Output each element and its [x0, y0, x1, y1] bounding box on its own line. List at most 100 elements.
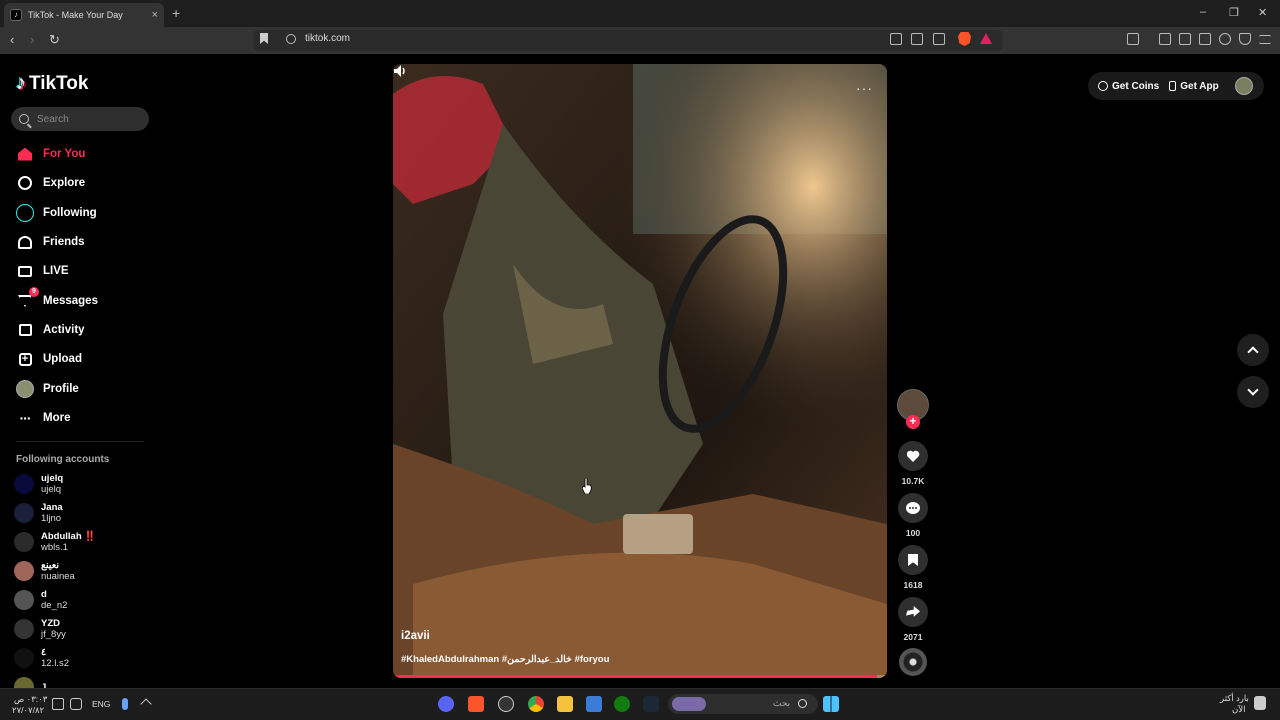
- notification-icon[interactable]: [1254, 696, 1266, 710]
- close-window-button[interactable]: ✕: [1258, 6, 1267, 19]
- clock-date[interactable]: ٢٧/٠٧/٨٢: [12, 705, 44, 716]
- site-info-icon[interactable]: [286, 34, 296, 44]
- coin-icon: [1098, 81, 1108, 91]
- video-caption[interactable]: #KhaledAbdulrahman #خالد_عبدالرحمن #fory…: [401, 654, 609, 665]
- nav-friends[interactable]: Friends: [16, 232, 85, 252]
- following-account-item[interactable]: نعينع nuainea: [14, 558, 75, 584]
- file-explorer-icon[interactable]: [557, 696, 573, 712]
- video-progress-bar[interactable]: [393, 675, 887, 678]
- microphone-icon[interactable]: [122, 698, 128, 710]
- upload-icon: +: [16, 350, 34, 368]
- cast-icon[interactable]: [911, 33, 923, 45]
- nav-profile[interactable]: Profile: [16, 379, 79, 399]
- screenshot-icon[interactable]: [1127, 33, 1139, 45]
- video-player[interactable]: ··· i2avii #KhaledAbdulrahman #خالد_عبدا…: [393, 64, 887, 678]
- store-app-icon[interactable]: [586, 696, 602, 712]
- brave-app-icon[interactable]: [468, 696, 484, 712]
- bookmark-icon: [908, 554, 918, 566]
- account-avatar: [14, 648, 34, 668]
- following-account-item[interactable]: d de_n2: [14, 587, 67, 613]
- nav-label: Friends: [43, 236, 85, 248]
- more-options-icon[interactable]: ···: [856, 80, 873, 96]
- taskbar-search-placeholder: بحث: [773, 698, 791, 708]
- account-handle: nuainea: [41, 571, 75, 582]
- friends-icon: [16, 233, 34, 251]
- leo-ai-icon[interactable]: [1219, 33, 1231, 45]
- nav-following[interactable]: Following: [16, 203, 97, 223]
- nav-messages[interactable]: 9 Messages: [16, 287, 98, 311]
- discord-app-icon[interactable]: [438, 696, 454, 712]
- phone-icon: [1169, 81, 1177, 91]
- tiktok-note-icon: ♪: [16, 72, 26, 94]
- language-indicator[interactable]: ENG: [92, 699, 110, 709]
- get-app-button[interactable]: Get App: [1180, 81, 1219, 92]
- minimize-button[interactable]: –: [1200, 6, 1206, 18]
- account-handle: wbls.1: [41, 542, 68, 553]
- share-page-icon[interactable]: [933, 33, 945, 45]
- forward-button[interactable]: ›: [30, 32, 34, 47]
- close-tab-icon[interactable]: ×: [152, 9, 158, 21]
- search-placeholder: Search: [37, 113, 69, 125]
- nav-live[interactable]: LIVE: [16, 261, 69, 281]
- get-coins-button[interactable]: Get Coins: [1112, 81, 1159, 92]
- follow-button[interactable]: +: [906, 415, 920, 429]
- account-avatar: [14, 474, 34, 494]
- nav-for-you[interactable]: For You: [16, 144, 85, 164]
- steam-alt-app-icon[interactable]: [498, 696, 514, 712]
- following-account-item[interactable]: Abdullah ‼️ wbls.1: [14, 529, 96, 555]
- user-avatar[interactable]: [1234, 77, 1253, 95]
- comment-button[interactable]: [898, 493, 928, 523]
- following-account-item[interactable]: Jana 1ljno: [14, 500, 63, 526]
- weather-line2[interactable]: الآن: [1232, 704, 1245, 715]
- top-actions: Get Coins Get App: [1088, 72, 1264, 100]
- chevron-up-icon: [1247, 346, 1259, 358]
- menu-icon[interactable]: [1259, 35, 1271, 44]
- volume-icon[interactable]: [393, 64, 409, 78]
- windows-start-icon[interactable]: [823, 696, 839, 712]
- following-account-item[interactable]: YZD jf_8yy: [14, 616, 66, 642]
- nav-more[interactable]: ··· More: [16, 408, 71, 428]
- nav-activity[interactable]: Activity: [16, 320, 85, 340]
- save-button[interactable]: [898, 545, 928, 575]
- xbox-app-icon[interactable]: [614, 696, 630, 712]
- url-text[interactable]: tiktok.com: [305, 33, 350, 44]
- previous-video-button[interactable]: [1237, 334, 1269, 366]
- reload-button[interactable]: ↻: [49, 32, 60, 48]
- network-icon[interactable]: [70, 698, 82, 710]
- chrome-app-icon[interactable]: [528, 696, 544, 712]
- nav-upload[interactable]: + Upload: [16, 349, 82, 369]
- weather-line1[interactable]: بارد أكثر: [1220, 693, 1249, 704]
- media-icon[interactable]: [1159, 33, 1171, 45]
- account-name: نعينع: [41, 560, 60, 571]
- account-name: YZD: [41, 618, 60, 629]
- maximize-button[interactable]: ❐: [1229, 6, 1239, 19]
- nav-explore[interactable]: Explore: [16, 173, 85, 193]
- nav-label: More: [43, 412, 71, 424]
- vpn-icon[interactable]: [1239, 33, 1251, 45]
- back-button[interactable]: ‹: [10, 32, 14, 47]
- new-tab-button[interactable]: +: [172, 5, 180, 21]
- following-accounts-title: Following accounts: [16, 454, 110, 465]
- search-input[interactable]: Search: [11, 107, 149, 131]
- next-video-button[interactable]: [1237, 376, 1269, 408]
- share-button[interactable]: [898, 597, 928, 627]
- browser-titlebar: ♪ TikTok - Make Your Day × + – ❐ ✕: [0, 0, 1280, 27]
- music-disc-icon[interactable]: [899, 648, 927, 676]
- steam-app-icon[interactable]: [643, 696, 659, 712]
- wallet-icon[interactable]: [1199, 33, 1211, 45]
- video-username[interactable]: i2avii: [401, 630, 430, 642]
- translate-icon[interactable]: [890, 33, 902, 45]
- nav-label: Explore: [43, 177, 86, 189]
- account-name: Abdullah ‼️: [41, 531, 97, 542]
- speaker-icon[interactable]: [52, 698, 64, 710]
- account-handle: jf_8yy: [41, 629, 66, 640]
- sidebar-toggle-icon[interactable]: [1179, 33, 1191, 45]
- tiktok-logo[interactable]: ♪ TikTok: [16, 72, 88, 95]
- following-account-item[interactable]: ٤ 12.l.s2: [14, 645, 69, 671]
- clock-time[interactable]: ٠٣:٠٣ ص: [14, 694, 47, 705]
- like-button[interactable]: [898, 441, 928, 471]
- following-account-item[interactable]: ujelq ujelq: [14, 471, 63, 497]
- browser-tab[interactable]: ♪ TikTok - Make Your Day ×: [4, 3, 164, 27]
- search-icon: [798, 699, 807, 708]
- save-count: 1618: [903, 580, 923, 590]
